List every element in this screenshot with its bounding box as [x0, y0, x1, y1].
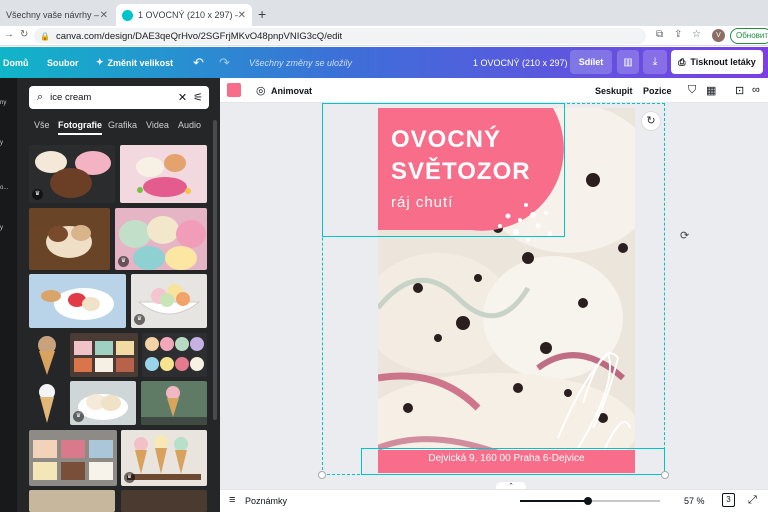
- lock-icon[interactable]: ⊡: [735, 84, 744, 97]
- search-input[interactable]: ⌕ ice cream ✕ ⚟: [29, 86, 209, 109]
- photo-thumbnail[interactable]: [29, 490, 115, 512]
- photo-thumbnail[interactable]: ♛: [70, 381, 136, 425]
- group-button[interactable]: Seskupit: [595, 86, 633, 96]
- share-button[interactable]: Sdílet: [570, 50, 612, 74]
- redo-icon[interactable]: ↷: [219, 47, 230, 78]
- search-icon: ⌕: [37, 91, 44, 103]
- share-page-icon[interactable]: ⇪: [674, 29, 682, 40]
- printer-icon: ⎙: [678, 56, 686, 67]
- address-text-selection[interactable]: [361, 448, 665, 475]
- zoom-slider[interactable]: [520, 497, 660, 505]
- photo-thumbnail[interactable]: ♛: [115, 208, 207, 270]
- panel-scrollbar[interactable]: [213, 120, 217, 420]
- reload-icon[interactable]: ↻: [20, 29, 28, 40]
- filter-icon[interactable]: ⚟: [193, 91, 203, 104]
- photo-thumbnail[interactable]: [29, 274, 126, 328]
- download-icon: ⤓: [652, 55, 658, 68]
- browser-tab-designs[interactable]: Všechny vaše návrhy – Canva ✕: [0, 4, 114, 26]
- resize-label: Změnit velikost: [107, 57, 174, 68]
- photo-thumbnail[interactable]: [29, 381, 65, 425]
- document-title[interactable]: 1 OVOCNÝ (210 x 297): [473, 47, 568, 78]
- rail-item-label[interactable]: y: [0, 225, 3, 231]
- close-icon[interactable]: ✕: [100, 10, 108, 21]
- photo-thumbnail[interactable]: ♛: [29, 145, 115, 203]
- photo-thumbnail[interactable]: [29, 333, 65, 377]
- url-text: canva.com/design/DAE3qeQrHvo/2SGFrjMKvO4…: [55, 30, 343, 42]
- undo-icon[interactable]: ↶: [193, 47, 204, 78]
- rail-item-label[interactable]: ny: [0, 100, 6, 106]
- link-icon[interactable]: ∞: [752, 84, 760, 96]
- bookmark-star-icon[interactable]: ☆: [692, 29, 701, 40]
- premium-crown-icon: ♛: [73, 411, 84, 422]
- file-menu-button[interactable]: Soubor: [47, 47, 79, 78]
- print-label: Tisknout letáky: [690, 57, 756, 67]
- url-field[interactable]: 🔒 canva.com/design/DAE3qeQrHvo/2SGFrjMKv…: [34, 28, 646, 44]
- animate-button[interactable]: Animovat: [271, 86, 312, 96]
- resize-button[interactable]: ✦ Změnit velikost: [96, 47, 173, 78]
- insights-button[interactable]: ▥: [617, 50, 639, 74]
- notes-button[interactable]: Poznámky: [245, 496, 287, 506]
- photo-thumbnail[interactable]: ♛: [121, 430, 207, 486]
- tab-audio[interactable]: Audio: [178, 120, 201, 130]
- premium-crown-icon: ♛: [118, 256, 129, 267]
- paint-roller-icon[interactable]: ⛉: [688, 84, 696, 97]
- tab-graphics[interactable]: Grafika: [108, 120, 137, 130]
- photo-thumbnail[interactable]: [29, 208, 110, 270]
- download-button[interactable]: ⤓: [643, 50, 667, 74]
- tab-title: 1 OVOCNÝ (210 x 297) – Flyer: [138, 10, 238, 20]
- position-button[interactable]: Pozice: [643, 86, 672, 96]
- resize-handle[interactable]: [661, 471, 669, 479]
- premium-crown-icon: ♛: [32, 189, 43, 200]
- photo-thumbnail[interactable]: ♛: [131, 274, 207, 328]
- animate-icon: ◎: [256, 85, 266, 97]
- profile-avatar[interactable]: V: [712, 29, 725, 42]
- photo-thumbnail[interactable]: [29, 430, 117, 486]
- photo-thumbnail[interactable]: [141, 381, 207, 425]
- photo-thumbnail[interactable]: [70, 333, 138, 377]
- new-tab-icon[interactable]: +: [258, 6, 266, 22]
- translate-icon[interactable]: ⧉: [656, 29, 663, 40]
- color-swatch-button[interactable]: [227, 83, 241, 97]
- refresh-page-icon[interactable]: ↻: [641, 111, 661, 131]
- resize-handle[interactable]: [318, 471, 326, 479]
- photo-thumbnail[interactable]: [120, 145, 207, 203]
- title-text-selection[interactable]: [322, 103, 565, 237]
- rotate-handle-icon[interactable]: ⟳: [680, 229, 689, 242]
- sparkle-icon: ✦: [96, 57, 104, 67]
- update-browser-button[interactable]: Обновить: [730, 28, 768, 44]
- rail-item-label[interactable]: o...: [0, 185, 8, 191]
- page-count-button[interactable]: 3: [722, 493, 735, 507]
- bar-chart-icon: ▥: [623, 56, 633, 68]
- home-button[interactable]: Domů: [3, 47, 29, 78]
- clear-icon[interactable]: ✕: [178, 91, 187, 104]
- fullscreen-icon[interactable]: ⤢: [748, 494, 757, 507]
- photo-thumbnail[interactable]: [142, 333, 207, 377]
- save-status: Všechny změny se uložily: [249, 57, 353, 68]
- forward-icon[interactable]: →: [4, 29, 14, 40]
- tab-photos[interactable]: Fotografie: [58, 120, 102, 135]
- tab-title: Všechny vaše návrhy – Canva: [6, 10, 100, 20]
- notes-icon: ≡: [229, 494, 236, 506]
- zoom-slider-fill: [520, 500, 588, 502]
- search-value: ice cream: [50, 92, 92, 103]
- premium-crown-icon: ♛: [124, 472, 135, 483]
- zoom-level[interactable]: 57 %: [684, 496, 705, 506]
- zoom-slider-thumb[interactable]: [583, 497, 592, 505]
- rail-item-label[interactable]: y: [0, 140, 3, 146]
- close-icon[interactable]: ✕: [238, 10, 246, 21]
- canva-favicon-icon: [122, 9, 133, 21]
- lock-icon: 🔒: [40, 31, 50, 41]
- transparency-icon[interactable]: ▦: [706, 84, 716, 97]
- browser-tab-flyer[interactable]: 1 OVOCNÝ (210 x 297) – Flyer ✕: [116, 4, 252, 26]
- tab-videos[interactable]: Videa: [146, 120, 169, 130]
- premium-crown-icon: ♛: [134, 314, 145, 325]
- tab-all[interactable]: Vše: [34, 120, 50, 130]
- photo-thumbnail[interactable]: [121, 490, 207, 512]
- print-flyers-button[interactable]: ⎙ Tisknout letáky: [671, 50, 763, 74]
